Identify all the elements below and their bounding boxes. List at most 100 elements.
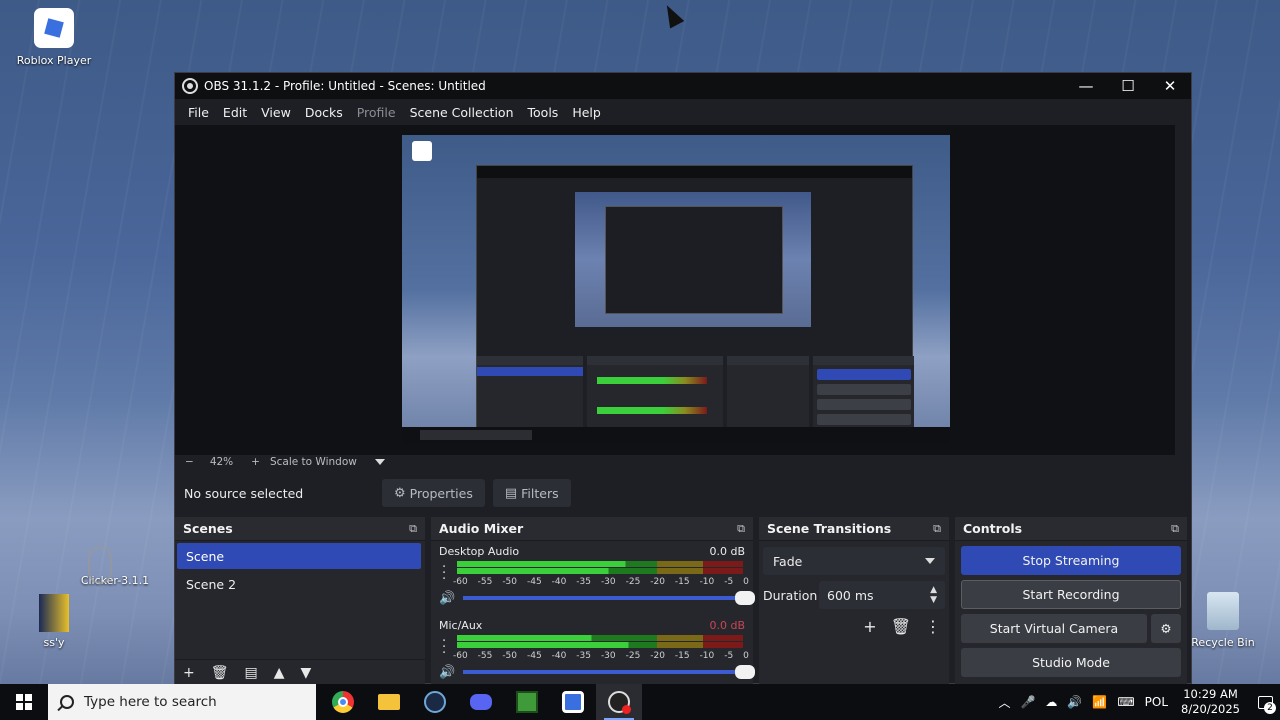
clock-date: 8/20/2025 (1181, 702, 1240, 716)
desktop-icon-ssy[interactable]: ss'y (14, 594, 94, 649)
menu-tools[interactable]: Tools (521, 105, 566, 120)
filter-icon: ▤ (504, 485, 518, 501)
trash-icon[interactable]: 🗑 (891, 617, 911, 636)
volume-icon[interactable]: 🔊 (1067, 695, 1082, 709)
move-down-icon[interactable]: ▼ (301, 665, 312, 681)
meter-ticks: -60 -55 -50 -45 -40 -35 -30 -25 -20 -15 -10 -5 0 (453, 577, 749, 587)
properties-button[interactable]: ⚙ Properties (382, 479, 485, 507)
undock-icon[interactable]: ⧉ (409, 522, 417, 536)
desktop-icon-clicker[interactable]: Clicker-3.1.1 (50, 546, 150, 587)
taskbar-search[interactable]: Type here to search (48, 684, 316, 720)
gear-icon[interactable]: ⚙ (1151, 614, 1181, 643)
taskbar-chrome[interactable] (320, 684, 366, 720)
obs-window: OBS 31.1.2 - Profile: Untitled - Scenes:… (174, 72, 1192, 685)
chrome-icon (332, 691, 354, 713)
zoom-in-button[interactable]: + (251, 456, 260, 468)
window-title: OBS 31.1.2 - Profile: Untitled - Scenes:… (204, 79, 486, 93)
keyboard-icon[interactable]: ⌨ (1117, 695, 1134, 709)
speaker-icon[interactable]: 🔊 (439, 591, 457, 606)
gear-icon: ⚙ (394, 485, 406, 501)
spinner-icon[interactable]: ▲ ▼ (930, 585, 937, 605)
add-transition-icon[interactable]: + (863, 617, 876, 636)
slider-handle[interactable] (735, 591, 755, 605)
more-options-icon[interactable]: · · · (442, 635, 446, 660)
zoom-out-button[interactable]: − (185, 456, 194, 468)
roblox-icon (562, 691, 584, 713)
system-tray: ︿ 🎤 ☁ 🔊 📶 ⌨ POL 10:29 AM 8/20/2025 2 (993, 684, 1280, 720)
preview-area[interactable] (175, 125, 1175, 455)
file-icon (39, 594, 69, 632)
duration-value: 600 ms (827, 587, 874, 603)
desktop-icon-roblox-player[interactable]: Roblox Player (14, 8, 94, 67)
desktop-icon-label: Roblox Player (16, 54, 92, 67)
preview-canvas[interactable] (402, 135, 950, 443)
network-icon[interactable]: 📶 (1092, 695, 1107, 709)
notification-center-button[interactable]: 2 (1250, 684, 1280, 720)
stop-streaming-button[interactable]: Stop Streaming (961, 546, 1181, 575)
duration-input[interactable]: 600 ms ▲ ▼ (819, 581, 945, 609)
chevron-up-icon[interactable]: ︿ (998, 694, 1010, 711)
menu-scene-collection[interactable]: Scene Collection (403, 105, 521, 120)
obs-icon (608, 691, 631, 714)
more-options-icon[interactable]: ⋮ (925, 617, 941, 636)
chevron-down-icon[interactable] (374, 459, 385, 465)
volume-slider[interactable] (463, 591, 755, 605)
chevron-down-icon (925, 558, 935, 564)
minimize-button[interactable]: — (1065, 73, 1107, 99)
menu-edit[interactable]: Edit (216, 105, 254, 120)
properties-label: Properties (409, 485, 473, 501)
trash-icon[interactable]: 🗑 (211, 665, 229, 681)
cloud-icon[interactable]: ☁ (1045, 695, 1057, 709)
desktop-icon-label: Recycle Bin (1191, 636, 1255, 649)
undock-icon[interactable]: ⧉ (737, 522, 745, 536)
scenes-title: Scenes (183, 521, 233, 536)
scene-transitions-title: Scene Transitions (767, 521, 892, 536)
scenes-dock-header: Scenes ⧉ (175, 517, 425, 541)
undock-icon[interactable]: ⧉ (933, 522, 941, 536)
slider-handle[interactable] (735, 665, 755, 679)
docks-row: Scenes ⧉ Scene Scene 2 + 🗑 ▤ ▲ ▼ Audio M… (175, 517, 1191, 685)
add-scene-icon[interactable]: + (183, 665, 195, 681)
language-indicator[interactable]: POL (1145, 695, 1168, 709)
maximize-button[interactable]: ☐ (1107, 73, 1149, 99)
title-bar[interactable]: OBS 31.1.2 - Profile: Untitled - Scenes:… (175, 73, 1191, 99)
clock[interactable]: 10:29 AM 8/20/2025 (1181, 687, 1240, 717)
taskbar-discord[interactable] (458, 684, 504, 720)
zoom-level: 42% (209, 456, 234, 468)
taskbar-roblox[interactable] (550, 684, 596, 720)
search-icon (60, 695, 74, 709)
source-status: No source selected (184, 485, 304, 501)
taskbar-obs[interactable] (596, 684, 642, 720)
taskbar-minecraft[interactable] (504, 684, 550, 720)
menu-docks[interactable]: Docks (298, 105, 350, 120)
menu-view[interactable]: View (254, 105, 298, 120)
scale-mode[interactable]: Scale to Window (270, 456, 357, 468)
taskbar-steam[interactable] (412, 684, 458, 720)
search-placeholder: Type here to search (84, 694, 217, 710)
controls-header: Controls ⧉ (955, 517, 1187, 541)
start-button[interactable] (0, 684, 48, 720)
transition-select[interactable]: Fade (763, 547, 945, 575)
desktop-icon-recycle-bin[interactable]: Recycle Bin (1183, 592, 1263, 649)
taskbar-file-explorer[interactable] (366, 684, 412, 720)
studio-mode-button[interactable]: Studio Mode (961, 648, 1181, 677)
filters-button[interactable]: ▤ Filters (492, 479, 571, 507)
scene-item[interactable]: Scene 2 (177, 571, 421, 597)
menu-help[interactable]: Help (565, 105, 608, 120)
volume-slider[interactable] (463, 665, 755, 679)
start-virtual-camera-button[interactable]: Start Virtual Camera (961, 614, 1147, 643)
more-options-icon[interactable]: · · · (442, 561, 446, 586)
undock-icon[interactable]: ⧉ (1171, 522, 1179, 536)
menu-profile[interactable]: Profile (350, 105, 403, 120)
menu-file[interactable]: File (181, 105, 216, 120)
speaker-icon[interactable]: 🔊 (439, 665, 457, 680)
mixer-channel-mic-aux: Mic/Aux 0.0 dB · · · -60 -55 -50 -45 -40 -35 -30… (431, 615, 755, 689)
move-up-icon[interactable]: ▲ (274, 665, 285, 681)
audio-mixer-title: Audio Mixer (439, 521, 524, 536)
close-button[interactable]: ✕ (1149, 73, 1191, 99)
start-recording-button[interactable]: Start Recording (961, 580, 1181, 609)
scene-item[interactable]: Scene (177, 543, 421, 569)
microphone-icon[interactable]: 🎤 (1020, 695, 1035, 709)
controls-title: Controls (963, 521, 1023, 536)
filter-icon[interactable]: ▤ (245, 665, 258, 681)
